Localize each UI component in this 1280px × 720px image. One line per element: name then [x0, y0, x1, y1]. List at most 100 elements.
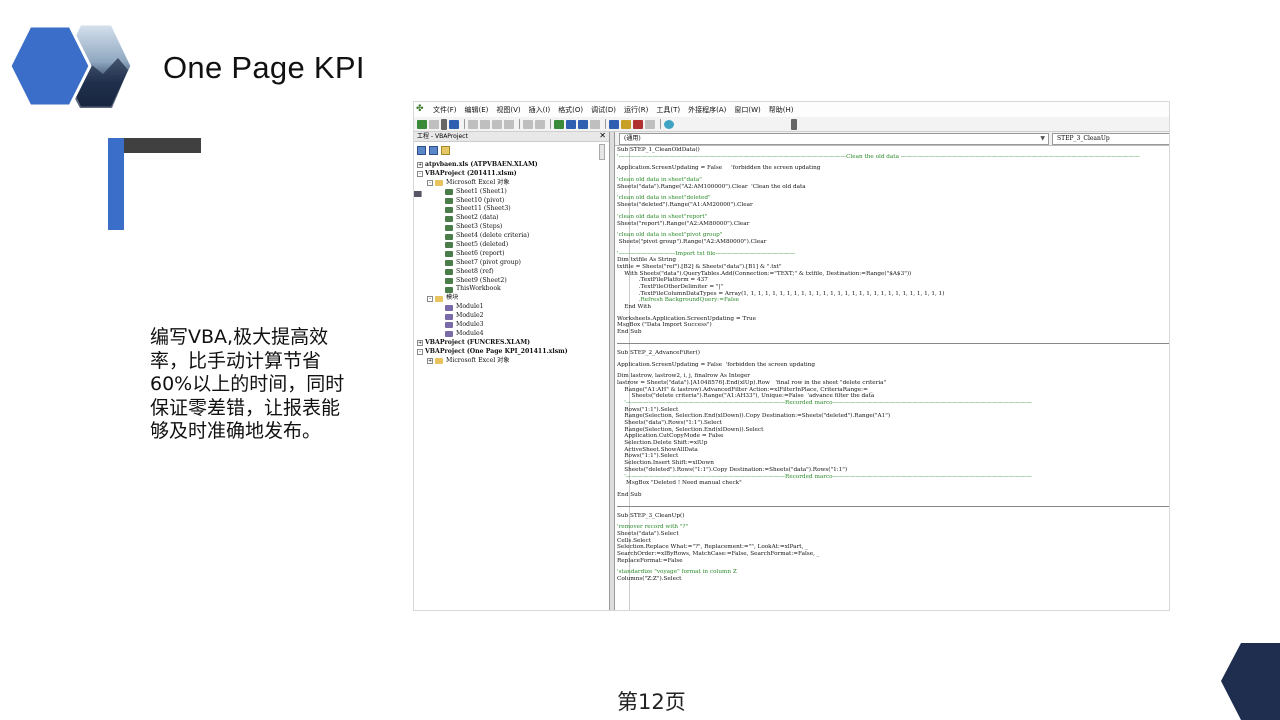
- help-icon[interactable]: [664, 119, 674, 129]
- tree-node[interactable]: Sheet6 (report): [414, 250, 606, 259]
- excel-icon[interactable]: [417, 119, 427, 129]
- break-icon[interactable]: [566, 119, 576, 129]
- code-line: txtfile = Sheets("ref").[B2] & Sheets("d…: [617, 263, 782, 270]
- tree-node-label: Module3: [456, 321, 484, 329]
- menu-item[interactable]: 视图(V): [496, 105, 520, 115]
- tree-node-label: Module1: [456, 303, 484, 311]
- collapse-icon[interactable]: -: [427, 295, 433, 302]
- collapse-icon[interactable]: -: [417, 349, 423, 356]
- tree-node[interactable]: Sheet8 (ref): [414, 268, 606, 277]
- accent-bar-vertical: [108, 138, 124, 230]
- tree-node-label: atpvbaen.xls (ATPVBAEN.XLAM): [425, 161, 538, 168]
- expand-icon[interactable]: +: [417, 340, 423, 347]
- code-line: Rows("1:1").Select: [617, 453, 679, 460]
- collapse-icon[interactable]: -: [417, 171, 423, 178]
- tree-node[interactable]: + Microsoft Excel 对象: [414, 357, 606, 366]
- menu-item[interactable]: 工具(T): [656, 105, 680, 115]
- code-line: MsgBox ("Data Import Success"): [617, 322, 712, 329]
- tree-node-label: VBAProject (One Page KPI_201411.xlsm): [425, 347, 568, 355]
- tree-node[interactable]: Sheet11 (Sheet3): [414, 205, 606, 214]
- tree-node[interactable]: Module1: [414, 303, 606, 312]
- scrollbar[interactable]: [599, 144, 605, 160]
- procedure-combo[interactable]: STEP_3_CleanUp: [1052, 133, 1169, 145]
- menu-item[interactable]: 帮助(H): [769, 105, 794, 115]
- tree-node[interactable]: Sheet1 (Sheet1): [414, 188, 606, 197]
- reset-icon[interactable]: [578, 119, 588, 129]
- toolbar-handle-icon[interactable]: [791, 118, 797, 130]
- tree-node[interactable]: Sheet7 (pivot group): [414, 259, 606, 268]
- tree-node-label: Sheet4 (delete criteria): [456, 232, 530, 240]
- object-combo-value: (通用): [624, 135, 641, 142]
- save-icon[interactable]: [449, 119, 459, 129]
- tree-node-label: Sheet2 (data): [456, 214, 499, 222]
- worksheet-icon: [445, 278, 453, 285]
- code-line: MsgBox "Deleted ! Need manual check": [617, 480, 742, 487]
- corner-hexagon-decoration: [1221, 643, 1280, 720]
- collapse-icon[interactable]: -: [427, 180, 433, 187]
- code-comment: '——————————Import txt file——————————————: [617, 250, 796, 257]
- toggle-folders-icon[interactable]: [441, 145, 450, 155]
- view-object-icon[interactable]: [429, 145, 438, 155]
- code-line: ActiveSheet.ShowAllData: [617, 446, 698, 453]
- tree-node[interactable]: ThisWorkbook: [414, 285, 606, 294]
- toolbar: [414, 117, 1169, 132]
- code-editor[interactable]: Sub STEP_1_CleanOldData() '——————————————…: [617, 147, 1169, 610]
- tree-node[interactable]: + atpvbaen.xls (ATPVBAEN.XLAM): [414, 161, 606, 197]
- code-line: Sheets("delete criteria").Range("A1:AH33…: [617, 393, 875, 400]
- menu-item[interactable]: 编辑(E): [465, 105, 489, 115]
- tree-node[interactable]: - VBAProject (One Page KPI_201411.xlsm): [414, 191, 606, 357]
- module-icon: [445, 322, 453, 329]
- vba-project-icon: [414, 191, 422, 197]
- view-code-icon[interactable]: [417, 145, 426, 155]
- menu-item[interactable]: 调试(D): [591, 105, 616, 115]
- tree-node[interactable]: Sheet5 (deleted): [414, 241, 606, 250]
- tree-node[interactable]: Module3: [414, 321, 606, 330]
- tree-node[interactable]: - Microsoft Excel 对象: [414, 179, 606, 188]
- object-combo[interactable]: (通用) ▼: [619, 133, 1049, 145]
- dropdown-icon[interactable]: [441, 118, 447, 130]
- run-icon[interactable]: [554, 119, 564, 129]
- code-comment: 'clean old data in sheet"report": [617, 213, 708, 220]
- cut-icon[interactable]: [468, 119, 478, 129]
- menu-item[interactable]: 运行(R): [624, 105, 648, 115]
- expand-icon[interactable]: +: [417, 162, 423, 169]
- accent-bar-horizontal: [124, 138, 201, 153]
- menu-item[interactable]: 外接程序(A): [688, 105, 726, 115]
- procedure-separator: [617, 499, 1169, 507]
- code-line: Application.ScreenUpdating = False 'forb…: [617, 361, 816, 368]
- close-icon[interactable]: ✕: [599, 131, 606, 141]
- undo-icon[interactable]: [523, 119, 533, 129]
- tree-node-label: ThisWorkbook: [456, 285, 501, 293]
- tree-node[interactable]: Module2: [414, 312, 606, 321]
- worksheet-icon: [445, 242, 453, 249]
- project-explorer-icon[interactable]: [609, 119, 619, 129]
- object-browser-icon[interactable]: [633, 119, 643, 129]
- properties-icon[interactable]: [621, 119, 631, 129]
- vba-app-icon: ✤: [416, 104, 424, 114]
- tree-node[interactable]: Sheet2 (data): [414, 214, 606, 223]
- menu-item[interactable]: 格式(O): [558, 105, 583, 115]
- menu-item[interactable]: 插入(I): [529, 105, 551, 115]
- toolbox-icon[interactable]: [645, 119, 655, 129]
- code-line: Application.CutCopyMode = False: [617, 433, 724, 440]
- tree-node[interactable]: - 模块: [414, 294, 606, 303]
- paste-icon[interactable]: [492, 119, 502, 129]
- tree-node[interactable]: Sheet9 (Sheet2): [414, 277, 606, 286]
- redo-icon[interactable]: [535, 119, 545, 129]
- insert-module-icon[interactable]: [429, 119, 439, 129]
- tree-node[interactable]: Module4: [414, 330, 606, 339]
- tree-node[interactable]: Sheet4 (delete criteria): [414, 232, 606, 241]
- find-icon[interactable]: [504, 119, 514, 129]
- design-mode-icon[interactable]: [590, 119, 600, 129]
- menu-item[interactable]: 窗口(W): [734, 105, 760, 115]
- worksheet-icon: [445, 206, 453, 213]
- tree-node[interactable]: Sheet3 (Steps): [414, 223, 606, 232]
- tree-node[interactable]: Sheet10 (pivot): [414, 197, 606, 206]
- menu-item[interactable]: 文件(F): [433, 105, 457, 115]
- tree-node[interactable]: - VBAProject (201411.xlsm): [414, 170, 606, 197]
- copy-icon[interactable]: [480, 119, 490, 129]
- tree-node[interactable]: + VBAProject (FUNCRES.XLAM): [414, 191, 606, 348]
- expand-icon[interactable]: +: [427, 358, 433, 365]
